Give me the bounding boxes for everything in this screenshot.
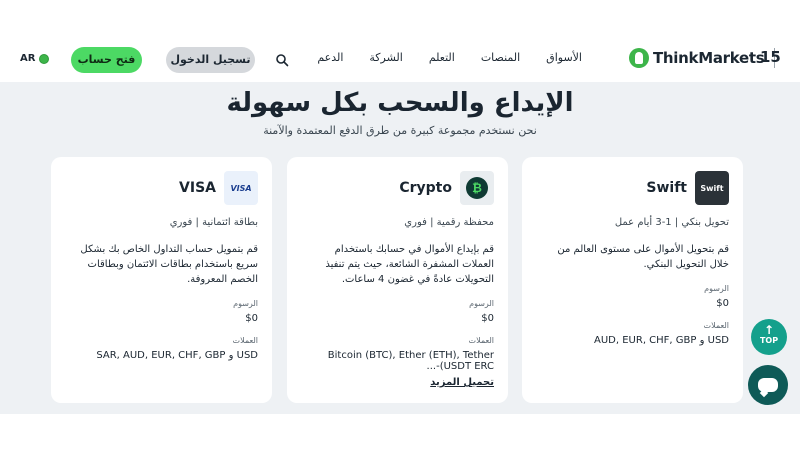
card-description: قم بتمويل حساب التداول الخاص بك بشكل سري… xyxy=(80,244,258,285)
anniversary-badge: 15 xyxy=(760,48,781,66)
card-subtitle: تحويل بنكي | 1-3 أيام عمل xyxy=(614,217,729,228)
nav-markets[interactable]: الأسواق xyxy=(546,51,582,64)
fees-label: الرسوم xyxy=(233,299,258,308)
logo-text: ThinkMarkets xyxy=(653,49,765,67)
scroll-top-label: TOP xyxy=(759,336,779,345)
logo-mark-icon xyxy=(629,48,649,68)
globe-icon xyxy=(39,53,50,64)
visa-logo-icon: VISA xyxy=(224,171,258,205)
payment-card-swift: Swift Swift تحويل بنكي | 1-3 أيام عمل قم… xyxy=(522,157,743,403)
currencies-value: USD و AUD, EUR, CHF, GBP xyxy=(594,335,729,346)
nav-company[interactable]: الشركة xyxy=(369,51,402,64)
search-icon[interactable] xyxy=(275,53,289,67)
nav-support[interactable]: الدعم xyxy=(317,51,343,64)
fees-label: الرسوم xyxy=(704,284,729,293)
card-title: Swift xyxy=(646,180,687,196)
card-subtitle: بطاقة ائتمانية | فوري xyxy=(169,217,258,228)
top-band xyxy=(0,0,800,38)
card-subtitle: محفظة رقمية | فوري xyxy=(404,217,494,228)
fees-label: الرسوم xyxy=(469,299,494,308)
language-switcher[interactable]: AR xyxy=(20,53,50,64)
scroll-top-button[interactable]: ↑ TOP xyxy=(751,319,787,355)
nav-learn[interactable]: التعلم xyxy=(429,51,455,64)
card-description: قم بإيداع الأموال في حسابك باستخدام العم… xyxy=(325,244,494,285)
language-label: AR xyxy=(20,53,36,64)
main-nav: الأسواق المنصات التعلم الشركة الدعم xyxy=(317,51,582,64)
payment-card-crypto: ₿ Crypto محفظة رقمية | فوري قم بإيداع ال… xyxy=(287,157,508,403)
currencies-value: USD و SAR, AUD, EUR, CHF, GBP xyxy=(96,350,258,361)
fees-value: $0 xyxy=(481,313,494,324)
currencies-label: العملات xyxy=(232,336,258,345)
footer-band xyxy=(0,414,800,450)
open-account-button[interactable]: فتح حساب xyxy=(71,47,142,73)
hero-subtitle: نحن نستخدم مجموعة كبيرة من طرق الدفع الم… xyxy=(263,124,537,137)
page: AR فتح حساب تسجيل الدخول الأسواق المنصات… xyxy=(0,0,800,450)
brand-logo[interactable]: ThinkMarkets xyxy=(629,48,776,68)
login-button[interactable]: تسجيل الدخول xyxy=(166,47,255,73)
swift-logo-icon: Swift xyxy=(695,171,729,205)
arrow-up-icon: ↑ xyxy=(763,323,775,337)
currencies-label: العملات xyxy=(703,321,729,330)
chat-icon xyxy=(758,378,778,392)
card-description: قم بتحويل الأموال على مستوى العالم من خل… xyxy=(557,244,729,270)
card-title: Crypto xyxy=(399,180,452,196)
load-more-link[interactable]: تحميل المزيد xyxy=(301,377,494,388)
card-title: VISA xyxy=(179,180,216,196)
hero-title: الإيداع والسحب بكل سهولة xyxy=(226,88,574,118)
crypto-logo-icon: ₿ xyxy=(460,171,494,205)
nav-platforms[interactable]: المنصات xyxy=(481,51,520,64)
fees-value: $0 xyxy=(716,298,729,309)
currencies-value: Bitcoin (BTC), Ether (ETH), Tether (USDT… xyxy=(327,350,494,372)
fees-value: $0 xyxy=(245,313,258,324)
payment-card-visa: VISA VISA بطاقة ائتمانية | فوري قم بتموي… xyxy=(51,157,272,403)
currencies-label: العملات xyxy=(468,336,494,345)
chat-button[interactable] xyxy=(748,365,788,405)
